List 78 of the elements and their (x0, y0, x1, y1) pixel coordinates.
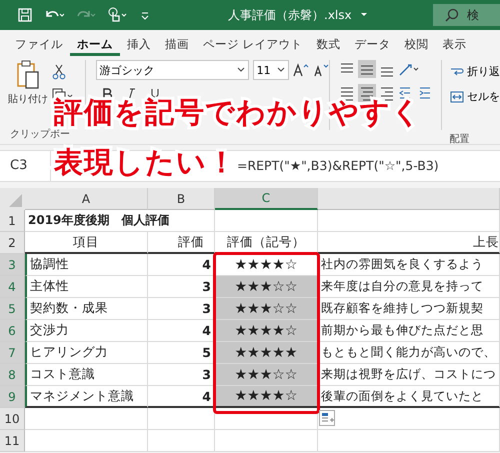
table-cell: ★★★☆☆ (215, 298, 318, 320)
ribbon-tab[interactable]: 描画 (158, 32, 196, 56)
name-box[interactable]: C3 (0, 151, 51, 181)
table-cell: 3 (148, 298, 215, 320)
table-cell: 2019年度後期 個人評価 (25, 210, 215, 232)
table-cell: 社内の雰囲気を良くするよう (318, 254, 500, 276)
table-cell: ヒアリング力 (25, 342, 148, 364)
table-cell: 3 (148, 276, 215, 298)
scissors-icon[interactable] (52, 64, 66, 80)
ribbon-tab[interactable]: 挿入 (120, 32, 158, 56)
caption-text: 評価を記号でわかりやすく (54, 96, 422, 128)
formula-field[interactable]: =REPT("★",B3)&REPT("☆",5-B3) (237, 151, 439, 181)
table-cell: マネジメント意識 (25, 386, 148, 408)
column-header[interactable]: A (25, 188, 148, 210)
row-header[interactable]: 3 (0, 254, 25, 276)
row-header[interactable]: 1 (0, 210, 25, 232)
group-label: クリップボー (10, 128, 70, 141)
merge-cells-button[interactable]: セルを (450, 89, 500, 104)
font-size-dropdown[interactable]: 11 (252, 60, 289, 80)
search-icon (445, 8, 459, 22)
table-cell: もともと聞く能力が高いので、 (318, 342, 500, 364)
table-cell: 項目 (25, 232, 148, 254)
paste-button[interactable]: 貼り付け (8, 60, 48, 112)
row-header[interactable]: 9 (0, 386, 25, 408)
caret-icon[interactable] (360, 12, 368, 18)
wrap-text-button[interactable]: 折り返 (450, 64, 500, 79)
table-cell: 前期から最も伸びた点だと思 (318, 320, 500, 342)
row-header[interactable]: 10 (0, 408, 25, 430)
table-cell: 5 (148, 342, 215, 364)
row-header[interactable]: 6 (0, 320, 25, 342)
search-field[interactable]: 検 (433, 4, 500, 26)
ribbon-tab[interactable]: ファイル (8, 32, 70, 56)
caption-text: 表現したい！ (54, 146, 237, 178)
row-header[interactable]: 2 (0, 232, 25, 254)
table-cell (148, 430, 215, 452)
align-middle-icon[interactable] (358, 60, 376, 78)
font-name-dropdown[interactable]: 游ゴシック (96, 60, 249, 80)
row-header[interactable]: 11 (0, 430, 25, 452)
ribbon-tab[interactable]: 表示 (436, 32, 474, 56)
group-label: 配置 (450, 132, 470, 146)
merge-icon (450, 90, 464, 104)
bold-icon[interactable] (102, 88, 112, 100)
table-cell: 4 (148, 320, 215, 342)
ribbon-tab[interactable]: 校閲 (398, 32, 436, 56)
table-cell: コスト意識 (25, 364, 148, 386)
grow-font-icon[interactable] (292, 63, 309, 77)
save-icon[interactable] (18, 8, 32, 22)
quick-analysis-icon[interactable] (319, 410, 335, 426)
customize-icon[interactable] (140, 10, 150, 20)
table-cell: 4 (148, 254, 215, 276)
table-cell: ★★★☆☆ (215, 364, 318, 386)
table-cell: 交渉力 (25, 320, 148, 342)
table-cell: 上長 (318, 232, 500, 254)
table-cell: 主体性 (25, 276, 148, 298)
row-header[interactable]: 7 (0, 342, 25, 364)
window-title: 人事評価（赤磐）.xlsx (228, 6, 352, 24)
caret-icon (236, 67, 245, 73)
table-cell: ★★★★☆ (215, 386, 318, 408)
table-cell: 後輩の面倒をよく見ていたと (318, 386, 500, 408)
table-cell: 既存顧客を維持しつつ新規契 (318, 298, 500, 320)
table-cell: 契約数・成果 (25, 298, 148, 320)
shrink-font-icon[interactable] (312, 63, 329, 77)
ribbon-tab[interactable]: データ (348, 32, 398, 56)
ribbon-tab[interactable]: ページ レイアウト (196, 32, 310, 56)
ribbon-tab[interactable]: 数式 (310, 32, 348, 56)
table-cell: 3 (148, 364, 215, 386)
table-cell: 来期は視野を広げ、コストにつ (318, 364, 500, 386)
table-cell: 来年度は自分の意見を持って (318, 276, 500, 298)
table-cell: 評価 (148, 232, 215, 254)
column-header[interactable]: C (215, 188, 318, 210)
table-cell: ★★★★★ (215, 342, 318, 364)
table-cell: ★★★☆☆ (215, 276, 318, 298)
row-header[interactable]: 5 (0, 298, 25, 320)
table-cell: 協調性 (25, 254, 148, 276)
row-header[interactable]: 4 (0, 276, 25, 298)
table-cell: ★★★★☆ (215, 320, 318, 342)
caret-icon (276, 67, 285, 73)
row-header[interactable]: 8 (0, 364, 25, 386)
